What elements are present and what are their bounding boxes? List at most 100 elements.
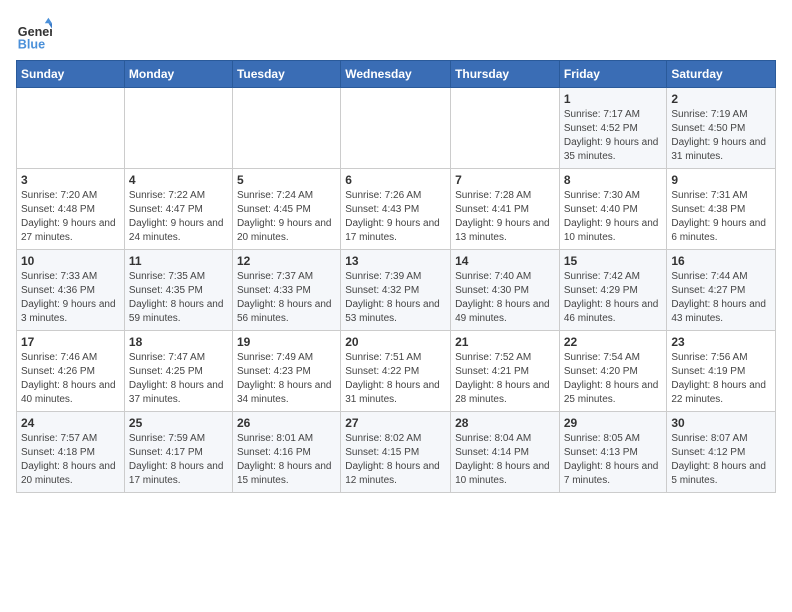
day-info: Sunrise: 7:26 AM Sunset: 4:43 PM Dayligh… xyxy=(345,189,446,245)
weekday-friday: Friday xyxy=(559,61,667,88)
day-cell: 26 Sunrise: 8:01 AM Sunset: 4:16 PM Dayli… xyxy=(232,412,340,493)
day-cell: 8 Sunrise: 7:30 AM Sunset: 4:40 PM Daylig… xyxy=(559,169,667,250)
svg-text:Blue: Blue xyxy=(18,37,45,51)
day-number: 9 xyxy=(671,173,771,187)
day-cell: 14 Sunrise: 7:40 AM Sunset: 4:30 PM Dayli… xyxy=(451,250,560,331)
calendar-body: 1 Sunrise: 7:17 AM Sunset: 4:52 PM Daylig… xyxy=(17,88,776,493)
day-cell: 22 Sunrise: 7:54 AM Sunset: 4:20 PM Dayli… xyxy=(559,331,667,412)
day-cell: 5Sunrise: 7:24 AM Sunset: 4:45 PM Daylig… xyxy=(232,169,340,250)
day-number: 27 xyxy=(345,416,446,430)
day-info: Sunrise: 7:20 AM Sunset: 4:48 PM Dayligh… xyxy=(21,189,120,245)
day-info: Sunrise: 7:37 AM Sunset: 4:33 PM Dayligh… xyxy=(237,270,336,326)
day-info: Sunrise: 7:51 AM Sunset: 4:22 PM Dayligh… xyxy=(345,351,446,407)
day-number: 29 xyxy=(564,416,663,430)
day-info: Sunrise: 7:56 AM Sunset: 4:19 PM Dayligh… xyxy=(671,351,771,407)
day-info: Sunrise: 8:02 AM Sunset: 4:15 PM Dayligh… xyxy=(345,432,446,488)
day-number: 14 xyxy=(455,254,555,268)
day-number: 8 xyxy=(564,173,663,187)
day-cell: 28Sunrise: 8:04 AM Sunset: 4:14 PM Dayli… xyxy=(451,412,560,493)
day-cell xyxy=(124,88,232,169)
day-info: Sunrise: 8:01 AM Sunset: 4:16 PM Dayligh… xyxy=(237,432,336,488)
day-number: 10 xyxy=(21,254,120,268)
logo-icon: General Blue xyxy=(16,16,52,52)
day-number: 28 xyxy=(455,416,555,430)
day-cell: 18 Sunrise: 7:47 AM Sunset: 4:25 PM Dayli… xyxy=(124,331,232,412)
day-cell: 25 Sunrise: 7:59 AM Sunset: 4:17 PM Dayli… xyxy=(124,412,232,493)
day-info: Sunrise: 7:30 AM Sunset: 4:40 PM Dayligh… xyxy=(564,189,663,245)
day-cell: 17 Sunrise: 7:46 AM Sunset: 4:26 PM Dayli… xyxy=(17,331,125,412)
day-number: 17 xyxy=(21,335,120,349)
day-number: 20 xyxy=(345,335,446,349)
weekday-wednesday: Wednesday xyxy=(341,61,451,88)
weekday-thursday: Thursday xyxy=(451,61,560,88)
weekday-header-row: SundayMondayTuesdayWednesdayThursdayFrid… xyxy=(17,61,776,88)
day-info: Sunrise: 7:22 AM Sunset: 4:47 PM Dayligh… xyxy=(129,189,228,245)
day-cell: 12 Sunrise: 7:37 AM Sunset: 4:33 PM Dayli… xyxy=(232,250,340,331)
day-info: Sunrise: 7:42 AM Sunset: 4:29 PM Dayligh… xyxy=(564,270,663,326)
day-info: Sunrise: 7:24 AM Sunset: 4:45 PM Dayligh… xyxy=(237,189,336,245)
day-info: Sunrise: 7:59 AM Sunset: 4:17 PM Dayligh… xyxy=(129,432,228,488)
day-cell: 9 Sunrise: 7:31 AM Sunset: 4:38 PM Daylig… xyxy=(667,169,776,250)
day-cell: 29 Sunrise: 8:05 AM Sunset: 4:13 PM Dayli… xyxy=(559,412,667,493)
day-info: Sunrise: 7:28 AM Sunset: 4:41 PM Dayligh… xyxy=(455,189,555,245)
day-number: 24 xyxy=(21,416,120,430)
day-cell: 16Sunrise: 7:44 AM Sunset: 4:27 PM Dayli… xyxy=(667,250,776,331)
day-cell: 30 Sunrise: 8:07 AM Sunset: 4:12 PM Dayli… xyxy=(667,412,776,493)
page-header: General Blue xyxy=(16,16,776,52)
week-row-3: 10 Sunrise: 7:33 AM Sunset: 4:36 PM Dayli… xyxy=(17,250,776,331)
day-cell: 6Sunrise: 7:26 AM Sunset: 4:43 PM Daylig… xyxy=(341,169,451,250)
day-number: 11 xyxy=(129,254,228,268)
day-cell: 23 Sunrise: 7:56 AM Sunset: 4:19 PM Dayli… xyxy=(667,331,776,412)
day-info: Sunrise: 7:39 AM Sunset: 4:32 PM Dayligh… xyxy=(345,270,446,326)
day-number: 25 xyxy=(129,416,228,430)
day-info: Sunrise: 7:19 AM Sunset: 4:50 PM Dayligh… xyxy=(671,108,771,164)
day-cell xyxy=(451,88,560,169)
day-info: Sunrise: 7:52 AM Sunset: 4:21 PM Dayligh… xyxy=(455,351,555,407)
day-number: 4 xyxy=(129,173,228,187)
day-cell: 10 Sunrise: 7:33 AM Sunset: 4:36 PM Dayli… xyxy=(17,250,125,331)
day-number: 13 xyxy=(345,254,446,268)
day-info: Sunrise: 7:54 AM Sunset: 4:20 PM Dayligh… xyxy=(564,351,663,407)
day-number: 22 xyxy=(564,335,663,349)
day-number: 30 xyxy=(671,416,771,430)
day-info: Sunrise: 7:31 AM Sunset: 4:38 PM Dayligh… xyxy=(671,189,771,245)
week-row-1: 1 Sunrise: 7:17 AM Sunset: 4:52 PM Daylig… xyxy=(17,88,776,169)
day-info: Sunrise: 7:33 AM Sunset: 4:36 PM Dayligh… xyxy=(21,270,120,326)
day-cell: 7Sunrise: 7:28 AM Sunset: 4:41 PM Daylig… xyxy=(451,169,560,250)
weekday-tuesday: Tuesday xyxy=(232,61,340,88)
day-info: Sunrise: 8:05 AM Sunset: 4:13 PM Dayligh… xyxy=(564,432,663,488)
day-cell xyxy=(341,88,451,169)
day-number: 16 xyxy=(671,254,771,268)
day-number: 15 xyxy=(564,254,663,268)
day-cell: 3Sunrise: 7:20 AM Sunset: 4:48 PM Daylig… xyxy=(17,169,125,250)
weekday-monday: Monday xyxy=(124,61,232,88)
week-row-4: 17 Sunrise: 7:46 AM Sunset: 4:26 PM Dayli… xyxy=(17,331,776,412)
day-number: 18 xyxy=(129,335,228,349)
day-cell: 1 Sunrise: 7:17 AM Sunset: 4:52 PM Daylig… xyxy=(559,88,667,169)
day-info: Sunrise: 7:40 AM Sunset: 4:30 PM Dayligh… xyxy=(455,270,555,326)
day-number: 26 xyxy=(237,416,336,430)
calendar-header: SundayMondayTuesdayWednesdayThursdayFrid… xyxy=(17,61,776,88)
day-number: 1 xyxy=(564,92,663,106)
day-number: 21 xyxy=(455,335,555,349)
day-info: Sunrise: 8:07 AM Sunset: 4:12 PM Dayligh… xyxy=(671,432,771,488)
day-cell: 19Sunrise: 7:49 AM Sunset: 4:23 PM Dayli… xyxy=(232,331,340,412)
day-info: Sunrise: 7:46 AM Sunset: 4:26 PM Dayligh… xyxy=(21,351,120,407)
weekday-sunday: Sunday xyxy=(17,61,125,88)
day-cell xyxy=(232,88,340,169)
day-cell: 15 Sunrise: 7:42 AM Sunset: 4:29 PM Dayli… xyxy=(559,250,667,331)
day-cell: 4 Sunrise: 7:22 AM Sunset: 4:47 PM Daylig… xyxy=(124,169,232,250)
day-info: Sunrise: 7:35 AM Sunset: 4:35 PM Dayligh… xyxy=(129,270,228,326)
day-cell: 2 Sunrise: 7:19 AM Sunset: 4:50 PM Daylig… xyxy=(667,88,776,169)
week-row-2: 3Sunrise: 7:20 AM Sunset: 4:48 PM Daylig… xyxy=(17,169,776,250)
day-cell: 11 Sunrise: 7:35 AM Sunset: 4:35 PM Dayli… xyxy=(124,250,232,331)
week-row-5: 24Sunrise: 7:57 AM Sunset: 4:18 PM Dayli… xyxy=(17,412,776,493)
day-info: Sunrise: 7:47 AM Sunset: 4:25 PM Dayligh… xyxy=(129,351,228,407)
day-info: Sunrise: 7:17 AM Sunset: 4:52 PM Dayligh… xyxy=(564,108,663,164)
day-number: 12 xyxy=(237,254,336,268)
day-number: 19 xyxy=(237,335,336,349)
day-cell: 21 Sunrise: 7:52 AM Sunset: 4:21 PM Dayli… xyxy=(451,331,560,412)
day-number: 2 xyxy=(671,92,771,106)
logo: General Blue xyxy=(16,16,60,52)
day-number: 23 xyxy=(671,335,771,349)
